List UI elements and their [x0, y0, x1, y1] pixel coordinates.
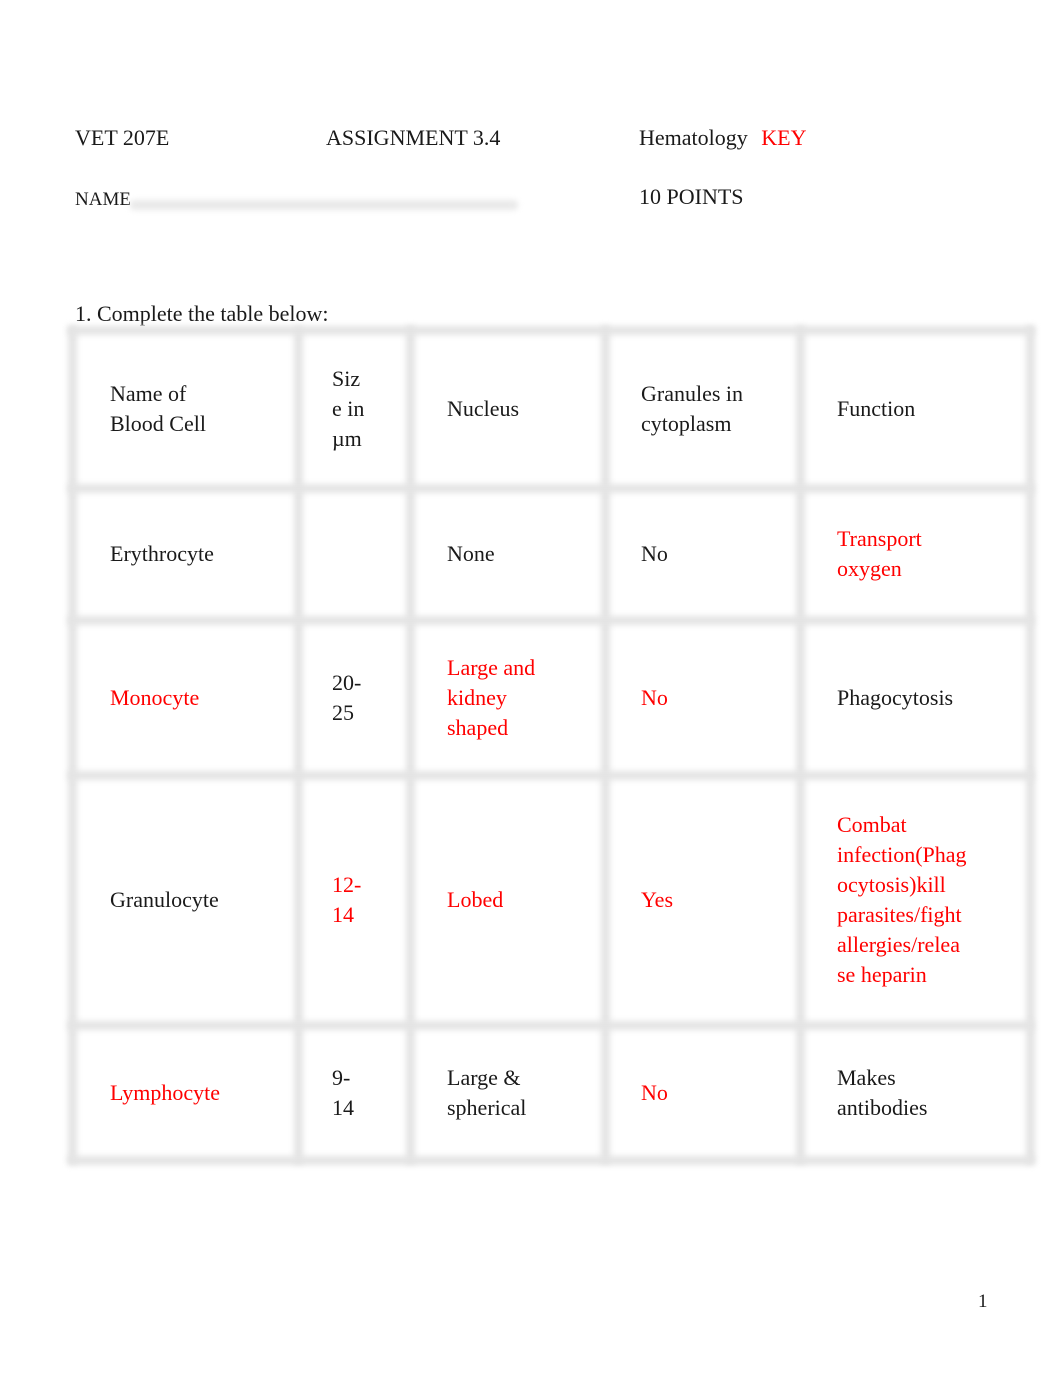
cell-text: None — [447, 541, 495, 566]
table-vertical-border — [406, 326, 415, 1164]
cell-text: Large & spherical — [447, 1064, 527, 1120]
cell-text: Transport oxygen — [837, 526, 922, 581]
table-cell: Monocyte — [110, 620, 290, 775]
table-cell: None — [447, 488, 597, 620]
table-cell: 9- 14 — [332, 1025, 402, 1160]
subject-label: Hematology — [639, 125, 748, 150]
table-vertical-border — [1026, 326, 1035, 1164]
name-field-line[interactable] — [130, 200, 518, 210]
table-cell: Erythrocyte — [110, 488, 290, 620]
cell-text: Phagocytosis — [837, 684, 954, 710]
table-cell: 20- 25 — [332, 620, 402, 775]
table-header-cell: Function — [837, 330, 1022, 488]
subject-heading: Hematology KEY — [639, 125, 806, 151]
table-vertical-border — [796, 326, 805, 1164]
question-prompt: 1. Complete the table below: — [75, 301, 329, 326]
points-label: 10 POINTS — [639, 184, 744, 209]
table-header-cell: Name of Blood Cell — [110, 330, 290, 488]
cell-text: No — [641, 684, 668, 710]
table-cell: Transport oxygen — [837, 488, 1022, 620]
table-cell: Phagocytosis — [837, 620, 1022, 775]
cell-text: 12- 14 — [332, 872, 362, 927]
cell-text: Siz e in µm — [332, 366, 365, 451]
table-cell: Yes — [641, 775, 792, 1025]
cell-text: Granules in cytoplasm — [641, 381, 744, 436]
table-cell: 12- 14 — [332, 775, 402, 1025]
table-cell: No — [641, 620, 792, 775]
table-header-cell: Siz e in µm — [332, 330, 402, 488]
table-cell: Granulocyte — [110, 775, 290, 1025]
table-header-cell: Nucleus — [447, 330, 597, 488]
cell-text: Nucleus — [447, 396, 520, 421]
table-vertical-border — [294, 326, 303, 1164]
cell-text: Makes antibodies — [837, 1064, 928, 1120]
table-cell: Large and kidney shaped — [447, 620, 597, 775]
name-label: NAME — [75, 189, 131, 210]
cell-text: Combat infection(Phag ocytosis)kill para… — [837, 812, 967, 987]
cell-text: No — [641, 1079, 668, 1105]
page-number: 1 — [978, 1291, 988, 1312]
table-cell: Lymphocyte — [110, 1025, 290, 1160]
cell-text: Yes — [641, 887, 674, 912]
cell-text: Function — [837, 396, 916, 421]
cell-text: 20- 25 — [332, 669, 362, 725]
cell-text: Lymphocyte — [110, 1079, 220, 1105]
cell-text: Name of Blood Cell — [110, 381, 206, 436]
cell-text: Large and kidney shaped — [447, 654, 536, 740]
cell-text: No — [641, 541, 668, 566]
course-code: VET 207E — [75, 125, 170, 150]
table-cell — [332, 488, 402, 620]
table-cell: Combat infection(Phag ocytosis)kill para… — [837, 775, 1022, 1025]
table-vertical-border — [601, 326, 610, 1164]
cell-text: Granulocyte — [110, 887, 219, 912]
table-cell: Makes antibodies — [837, 1025, 1022, 1160]
cell-text: 9- 14 — [332, 1064, 354, 1120]
table-cell: Large & spherical — [447, 1025, 597, 1160]
table-cell: No — [641, 488, 792, 620]
assignment-title: ASSIGNMENT 3.4 — [326, 125, 501, 150]
table-header-cell: Granules in cytoplasm — [641, 330, 792, 488]
cell-text: Lobed — [447, 887, 504, 912]
table-cell: Lobed — [447, 775, 597, 1025]
key-label: KEY — [761, 125, 807, 150]
cell-text: Erythrocyte — [110, 541, 214, 566]
table-cell: No — [641, 1025, 792, 1160]
table-vertical-border — [68, 326, 77, 1164]
cell-text: Monocyte — [110, 684, 200, 710]
